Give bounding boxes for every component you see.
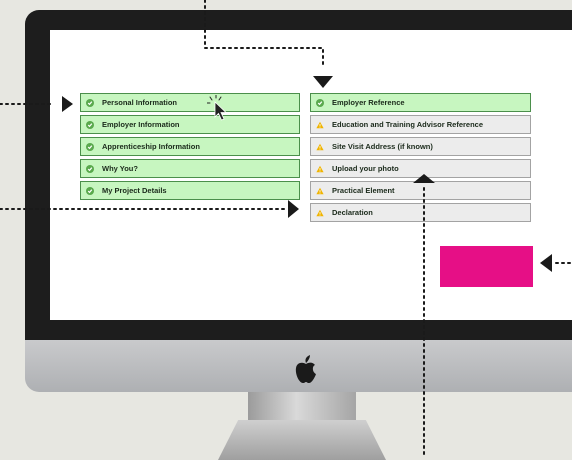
checklist-item-my-project-details[interactable]: My Project Details bbox=[80, 181, 300, 200]
checklist-item-label: Site Visit Address (if known) bbox=[332, 142, 433, 151]
check-circle-icon bbox=[316, 98, 324, 107]
checklist-item-site-visit-address[interactable]: Site Visit Address (if known) bbox=[310, 137, 531, 156]
checklist-item-practical-element[interactable]: Practical Element bbox=[310, 181, 531, 200]
checklist-item-label: Personal Information bbox=[102, 98, 178, 107]
check-circle-icon bbox=[86, 120, 94, 129]
warning-triangle-icon bbox=[316, 165, 324, 173]
checklist-item-personal-information[interactable]: Personal Information bbox=[80, 93, 300, 112]
checklist-item-why-you[interactable]: Why You? bbox=[80, 159, 300, 178]
checklist-item-upload-your-photo[interactable]: Upload your photo bbox=[310, 159, 531, 178]
monitor-stand-base bbox=[218, 420, 386, 460]
checklist-item-label: Upload your photo bbox=[332, 164, 399, 173]
checklist-item-label: Why You? bbox=[102, 164, 138, 173]
warning-triangle-icon bbox=[316, 187, 324, 195]
checklist-item-label: Declaration bbox=[332, 208, 373, 217]
warning-triangle-icon bbox=[316, 143, 324, 151]
checklist-item-label: My Project Details bbox=[102, 186, 167, 195]
checklist-item-label: Employer Information bbox=[102, 120, 180, 129]
warning-triangle-icon bbox=[316, 209, 324, 217]
checklist-item-label: Practical Element bbox=[332, 186, 395, 195]
check-circle-icon bbox=[86, 186, 94, 195]
checklist-item-apprenticeship-information[interactable]: Apprenticeship Information bbox=[80, 137, 300, 156]
warning-triangle-icon bbox=[316, 121, 324, 129]
check-circle-icon bbox=[86, 164, 94, 173]
check-circle-icon bbox=[86, 98, 94, 107]
check-circle-icon bbox=[86, 142, 94, 151]
checklist-item-label: Education and Training Advisor Reference bbox=[332, 120, 484, 129]
checklist-item-declaration[interactable]: Declaration bbox=[310, 203, 531, 222]
mouse-pointer-icon bbox=[207, 95, 227, 121]
highlight-block bbox=[440, 246, 533, 287]
checklist-item-employer-information[interactable]: Employer Information bbox=[80, 115, 300, 134]
checklist-item-label: Apprenticeship Information bbox=[102, 142, 200, 151]
checklist-item-education-training-advisor-reference[interactable]: Education and Training Advisor Reference bbox=[310, 115, 531, 134]
apple-logo-icon bbox=[295, 355, 316, 383]
checklist-item-employer-reference[interactable]: Employer Reference bbox=[310, 93, 531, 112]
monitor-stand-neck bbox=[248, 392, 356, 422]
checklist-item-label: Employer Reference bbox=[332, 98, 405, 107]
